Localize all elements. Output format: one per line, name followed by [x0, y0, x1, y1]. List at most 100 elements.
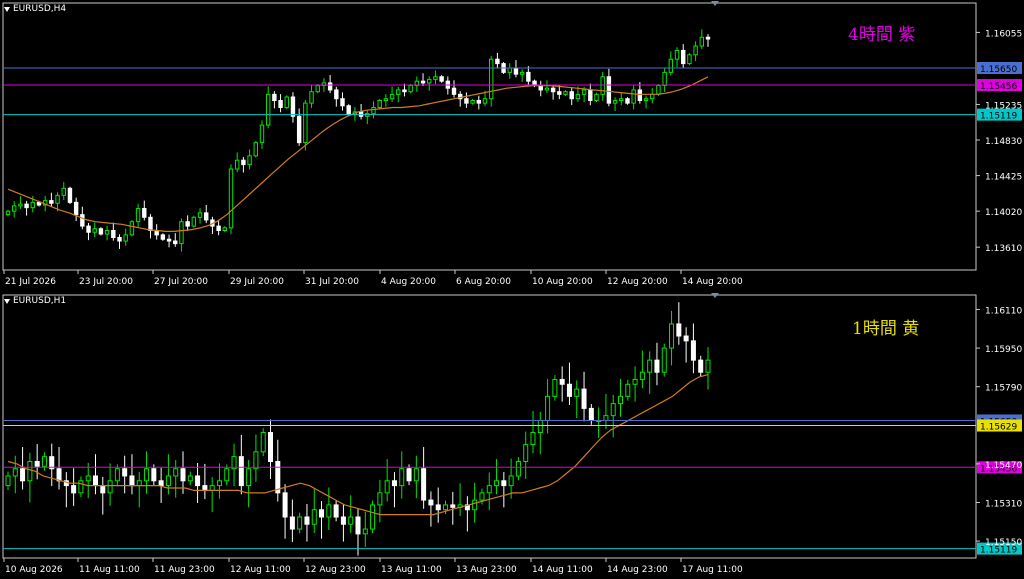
candle-body [625, 98, 630, 104]
x-tick-label: 17 Aug 11:00 [682, 565, 743, 575]
candle-body [49, 200, 54, 204]
dropdown-triangle-icon[interactable] [4, 298, 10, 304]
candle-body [259, 124, 265, 144]
candle-body [173, 468, 179, 477]
candle-body [637, 89, 643, 101]
candle-body [515, 460, 521, 477]
candle-body [617, 395, 624, 405]
candle-body [362, 528, 368, 535]
candle-body [610, 403, 616, 417]
candle-body [284, 96, 289, 109]
candle-body [566, 383, 572, 397]
candle-body [413, 468, 419, 482]
candle-body [191, 216, 197, 227]
candles [5, 29, 711, 252]
x-tick-label: 13 Aug 11:00 [381, 565, 442, 575]
candle-body [78, 480, 84, 494]
moving-average-line [7, 374, 709, 516]
level-price-text: 1.15456 [980, 82, 1017, 92]
x-tick-label: 11 Aug 23:00 [154, 565, 215, 575]
h1-symbol-header[interactable]: EURUSD,H1 [4, 296, 66, 306]
candle-body [297, 516, 303, 530]
candle-body [61, 187, 66, 196]
candle-body [699, 36, 705, 47]
candle-body [588, 407, 594, 421]
candle-body [122, 468, 128, 477]
candle-body [698, 359, 704, 373]
candle-body [545, 395, 551, 421]
candle-body [523, 444, 529, 462]
x-tick-label: 6 Aug 20:00 [456, 277, 511, 287]
candle-body [574, 388, 580, 397]
candle-body [27, 460, 33, 482]
candle-body [180, 468, 186, 482]
candle-body [470, 99, 475, 104]
candle-body [370, 504, 376, 530]
candle-body [650, 93, 655, 100]
h1-timeframe-label: 1時間 黄 [852, 319, 920, 339]
candle-body [427, 78, 432, 84]
candle-body [55, 194, 60, 204]
y-tick-label: 1.15235 [985, 101, 1022, 111]
candle-body [482, 98, 488, 104]
h4-timeframe-label: 4時間 紫 [848, 25, 916, 45]
level-price-text: 1.15119 [980, 112, 1017, 122]
y-tick-label: 1.15950 [985, 345, 1022, 355]
h1-chart-panel[interactable]: 1.156501.156291.154561.151191.161101.159… [0, 292, 1024, 579]
candle-body [173, 240, 178, 245]
x-tick-label: 10 Aug 20:00 [532, 277, 593, 287]
candle-body [488, 58, 494, 100]
candle-body [647, 359, 653, 373]
candle-body [563, 91, 568, 95]
candle-body [123, 234, 128, 242]
candle-body [559, 378, 565, 385]
candle-body [340, 98, 345, 107]
h4-symbol-label: EURUSD,H4 [13, 4, 67, 14]
h4-chart-panel[interactable]: 1.15650 1.15456 1.15119 1.16055 1.15235 1.148… [0, 0, 1024, 290]
candle-body [600, 76, 605, 95]
candle-body [85, 475, 91, 482]
candle-body [340, 516, 346, 525]
candle-body [11, 205, 17, 212]
candle-body [20, 468, 26, 482]
candle-body [662, 71, 667, 87]
candle-body [179, 221, 184, 245]
x-tick-label: 12 Aug 23:00 [305, 565, 366, 575]
candle-body [56, 468, 62, 482]
candle-body [519, 71, 525, 75]
h4-symbol-header[interactable]: EURUSD,H4 [4, 4, 66, 14]
candle-body [282, 492, 288, 518]
candle-body [195, 475, 201, 487]
candle-body [5, 475, 11, 487]
candle-body [705, 36, 711, 40]
candle-body [185, 221, 190, 227]
candle-body [371, 107, 376, 115]
x-tick-label: 14 Aug 11:00 [532, 565, 593, 575]
dropdown-triangle-icon[interactable] [4, 6, 10, 12]
candle-body [705, 359, 711, 373]
candle-body [606, 76, 612, 104]
candle-body [5, 210, 11, 216]
y-tick-label: 1.14020 [985, 208, 1022, 218]
candle-body [158, 480, 164, 487]
candle-body [507, 67, 512, 73]
candle-body [98, 228, 104, 235]
candle-body [275, 460, 281, 494]
candle-body [247, 155, 252, 166]
candle-body [24, 203, 29, 209]
x-tick-label: 10 Aug 2026 [5, 565, 63, 575]
candle-body [358, 111, 364, 117]
candle-body [450, 504, 456, 508]
candle-body [204, 212, 209, 221]
y-tick-label: 1.16055 [985, 29, 1022, 39]
candle-body [309, 91, 314, 104]
candle-body [165, 475, 171, 487]
plot-frame [2, 294, 977, 559]
candle-body [557, 91, 562, 95]
candle-body [129, 221, 135, 236]
candle-body [114, 468, 120, 482]
candle-body [384, 480, 390, 494]
candle-body [296, 115, 302, 144]
candle-body [581, 388, 587, 409]
candle-body [538, 85, 543, 91]
